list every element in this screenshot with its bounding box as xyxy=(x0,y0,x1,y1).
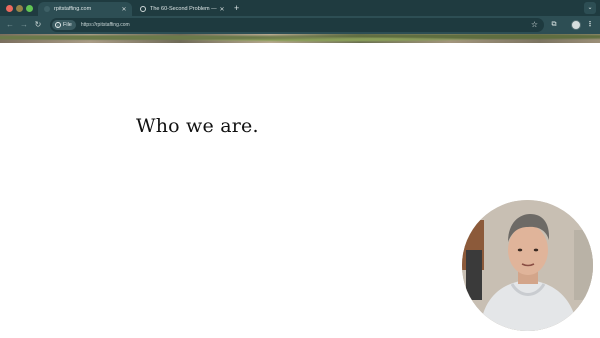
presenter-video xyxy=(462,200,593,331)
tab-strip: rpitstaffing.com ✕ The 60-Second Problem… xyxy=(0,0,600,16)
profile-icon[interactable] xyxy=(571,20,581,30)
close-icon[interactable]: ✕ xyxy=(218,6,226,13)
forward-arrow-icon[interactable]: → xyxy=(18,18,30,32)
star-icon[interactable]: ☆ xyxy=(531,20,538,30)
webcam-overlay[interactable] xyxy=(462,200,593,331)
tab-favicon-icon xyxy=(44,6,50,12)
info-icon: i xyxy=(55,22,61,28)
globe-icon xyxy=(140,6,146,12)
close-window-button[interactable] xyxy=(6,5,13,12)
reload-icon[interactable]: ↻ xyxy=(32,18,44,32)
site-info-chip[interactable]: i File xyxy=(52,20,76,30)
tab-title: rpitstaffing.com xyxy=(54,6,92,12)
page-title: Who we are. xyxy=(136,115,259,137)
tab-title: The 60-Second Problem — G xyxy=(150,6,218,12)
minimize-window-button[interactable] xyxy=(16,5,23,12)
browser-toolbar: ← → ↻ i File https://rpitstaffing.com ☆ … xyxy=(0,16,600,34)
back-arrow-icon[interactable]: ← xyxy=(4,18,16,32)
extensions-icon[interactable]: ⧉ xyxy=(549,19,559,31)
tab-rpitstaffing[interactable]: rpitstaffing.com ✕ xyxy=(38,2,132,16)
tab-60-second-problem[interactable]: The 60-Second Problem — G ✕ xyxy=(134,2,230,16)
site-info-label: File xyxy=(63,22,72,28)
hero-image xyxy=(0,34,600,43)
chevron-down-icon[interactable]: ⌄ xyxy=(584,2,596,14)
kebab-menu-icon[interactable]: ⋮ xyxy=(586,19,594,31)
url-text[interactable]: https://rpitstaffing.com xyxy=(81,22,130,28)
address-bar[interactable]: i File https://rpitstaffing.com ☆ xyxy=(50,18,544,32)
zoom-window-button[interactable] xyxy=(26,5,33,12)
new-tab-button[interactable]: + xyxy=(234,3,239,13)
close-icon[interactable]: ✕ xyxy=(120,6,128,13)
